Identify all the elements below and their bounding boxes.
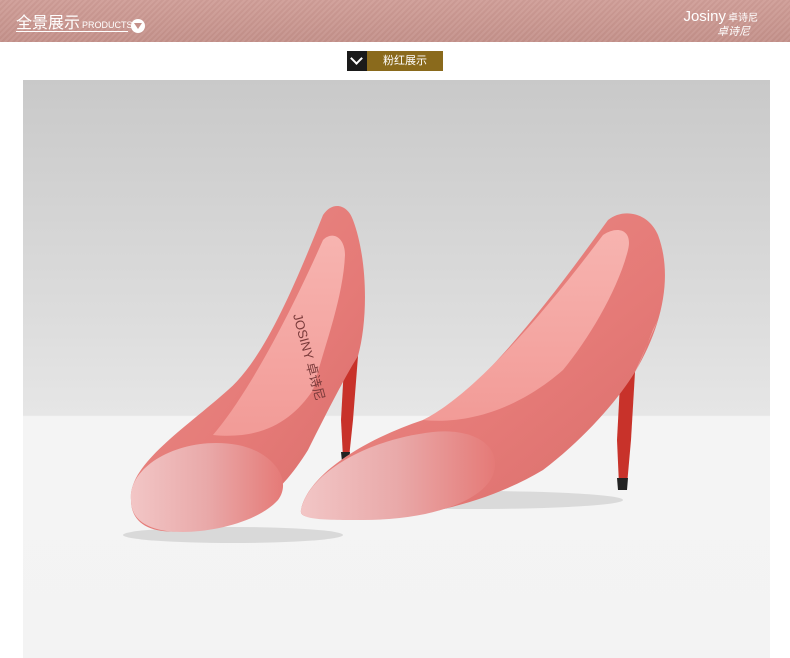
chevron-down-icon (347, 51, 367, 71)
brand-signature: 卓诗尼 (717, 25, 750, 38)
section-title: 全景展示 PRODUCTS (16, 9, 133, 33)
chevron-down-circle-icon[interactable] (131, 19, 145, 33)
section-header: 全景展示 PRODUCTS Josiny 卓诗尼 卓诗尼 (0, 0, 790, 42)
color-variant-label: 粉红展示 (347, 51, 443, 71)
brand-name-cn: 卓诗尼 (728, 13, 758, 24)
color-variant-text: 粉红展示 (367, 51, 443, 71)
section-title-cn: 全景展示 (16, 13, 81, 32)
right-heel-tip (617, 478, 628, 490)
pink-pumps-photo: JOSINY 卓诗尼 (23, 80, 770, 658)
brand-logo: Josiny 卓诗尼 卓诗尼 (683, 6, 758, 39)
title-underline (16, 31, 128, 32)
product-photo-drawing: JOSINY 卓诗尼 (123, 205, 665, 543)
section-title-en: PRODUCTS (82, 20, 133, 30)
